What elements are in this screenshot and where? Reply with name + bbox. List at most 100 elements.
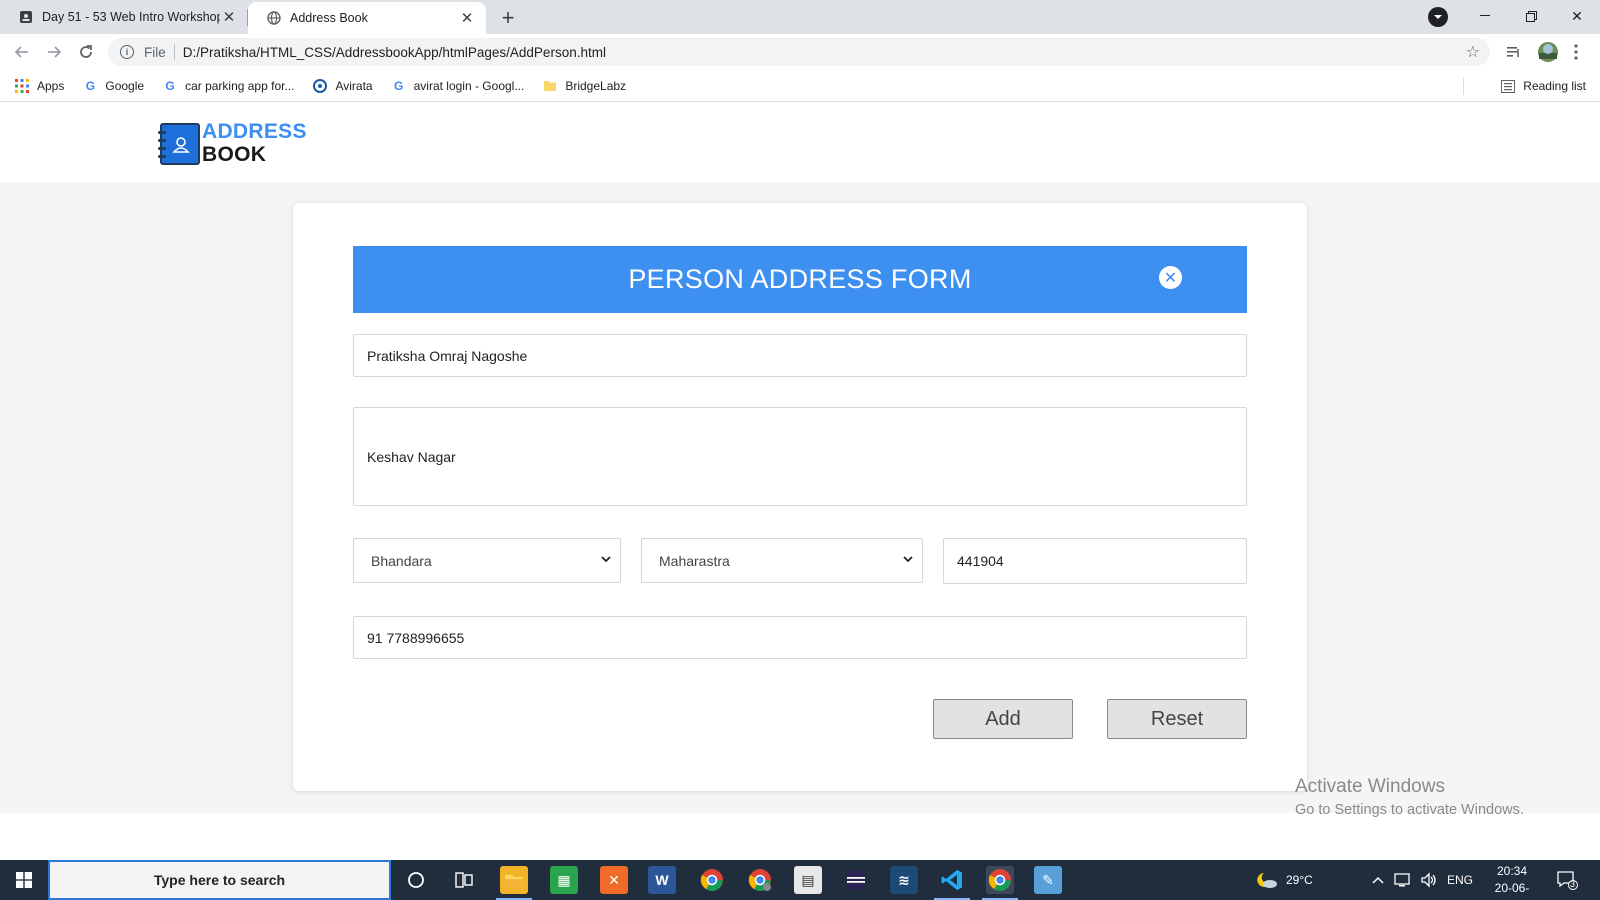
site-info-icon[interactable]: i	[120, 45, 134, 59]
state-select[interactable]: Maharastra	[641, 538, 923, 583]
address-book-logo[interactable]: ADDRESS BOOK	[158, 120, 320, 166]
app-green-icon[interactable]: ▦	[550, 866, 578, 894]
activate-windows-watermark: Activate Windows Go to Settings to activ…	[1295, 776, 1524, 818]
reset-button[interactable]: Reset	[1107, 699, 1247, 739]
address-bar[interactable]: i File D:/Pratiksha/HTML_CSS/Addressbook…	[108, 38, 1490, 66]
tab-close-icon[interactable]: ✕	[220, 8, 238, 26]
forward-arrow-icon[interactable]	[40, 38, 68, 66]
bookmark-bridgelabz[interactable]: BridgeLabz	[542, 78, 626, 94]
folder-icon	[542, 78, 558, 94]
logo-text-book: BOOK	[202, 143, 267, 166]
app-header: ADDRESS BOOK	[0, 102, 1600, 182]
bookmark-label: avirat login - Googl...	[413, 78, 525, 93]
watermark-line2: Go to Settings to activate Windows.	[1295, 802, 1524, 818]
kebab-menu-icon[interactable]	[1566, 38, 1586, 66]
page-footer-area	[0, 813, 1600, 860]
bookmark-google[interactable]: G Google	[82, 78, 144, 94]
window-close-icon[interactable]: ✕	[1554, 0, 1600, 32]
chevron-down-icon	[902, 553, 914, 565]
chrome-active-icon[interactable]	[986, 866, 1014, 894]
bookmark-car-parking[interactable]: G car parking app for...	[162, 78, 294, 94]
reload-icon[interactable]	[72, 38, 100, 66]
mysql-workbench-icon[interactable]: ≋	[890, 866, 918, 894]
reading-list-label: Reading list	[1523, 79, 1586, 93]
avirata-icon	[312, 78, 328, 94]
city-selected-value: Bhandara	[371, 552, 432, 569]
bookmark-star-icon[interactable]: ☆	[1466, 42, 1480, 62]
taskbar-clock[interactable]: 20:34 20-06-2021	[1482, 863, 1542, 900]
new-tab-plus-icon[interactable]: +	[494, 4, 522, 32]
chrome-icon[interactable]	[698, 866, 726, 894]
omnibox-divider	[173, 44, 175, 60]
phone-input[interactable]: 91 7788996655	[353, 616, 1247, 659]
chevron-down-icon	[600, 553, 612, 565]
zip-input[interactable]: 441904	[943, 538, 1247, 584]
vscode-icon[interactable]	[938, 866, 966, 894]
clock-date: 20-06-2021	[1494, 881, 1530, 900]
tab-close-icon[interactable]: ✕	[458, 9, 476, 27]
name-input[interactable]: Pratiksha Omraj Nagoshe	[353, 334, 1247, 377]
volume-icon[interactable]	[1420, 860, 1438, 900]
tab-address-book[interactable]: Address Book ✕	[248, 2, 486, 34]
bookmark-label: BridgeLabz	[565, 78, 627, 93]
tray-overflow-chevron-icon[interactable]	[1372, 860, 1384, 900]
google-icon: G	[393, 78, 404, 93]
bookmark-avirat-login[interactable]: G avirat login - Googl...	[391, 78, 525, 94]
profile-avatar[interactable]	[1534, 38, 1562, 66]
watermark-line1: Activate Windows	[1295, 776, 1445, 797]
tab-title: Day 51 - 53 Web Intro Workshop	[42, 10, 220, 24]
cortana-icon[interactable]	[402, 866, 430, 894]
word-icon[interactable]: W	[648, 866, 676, 894]
globe-favicon-icon	[266, 10, 282, 26]
apps-grid-icon	[14, 78, 30, 94]
close-form-icon[interactable]: ✕	[1159, 266, 1182, 289]
weather-temperature: 29°C	[1286, 873, 1313, 887]
form-header: PERSON ADDRESS FORM ✕	[353, 246, 1247, 313]
bookmark-avirata[interactable]: Avirata	[312, 78, 373, 94]
bookmark-label: Avirata	[335, 78, 373, 93]
address-textarea[interactable]: Keshav Nagar	[353, 407, 1247, 506]
restore-icon[interactable]	[1508, 0, 1554, 32]
tab-search-chevron-icon[interactable]	[1428, 7, 1448, 27]
action-center-icon[interactable]: 3	[1556, 860, 1578, 900]
taskbar-search-input[interactable]: Type here to search	[48, 860, 391, 900]
reading-list-button[interactable]: Reading list	[1501, 70, 1586, 102]
bookmark-apps[interactable]: Apps	[14, 78, 64, 94]
network-icon[interactable]	[1394, 860, 1412, 900]
browser-tab-strip: Day 51 - 53 Web Intro Workshop ✕ Address…	[0, 0, 1600, 34]
minimize-icon[interactable]	[1462, 0, 1508, 32]
tab-title: Address Book	[290, 11, 368, 25]
bookmark-label: Apps	[37, 78, 65, 93]
clock-time: 20:34	[1496, 864, 1528, 878]
task-view-icon[interactable]	[450, 866, 478, 894]
chrome-profile-icon[interactable]	[746, 866, 774, 894]
browser-toolbar: i File D:/Pratiksha/HTML_CSS/Addressbook…	[0, 34, 1600, 70]
language-indicator[interactable]: ENG	[1447, 860, 1473, 900]
windows-start-icon[interactable]	[0, 860, 48, 900]
media-queue-icon[interactable]	[1500, 38, 1528, 66]
url-scheme: File	[144, 44, 166, 60]
tab-day51-workshop[interactable]: Day 51 - 53 Web Intro Workshop ✕	[0, 0, 248, 34]
notepad-icon[interactable]: ✎	[1034, 866, 1062, 894]
bookmark-label: car parking app for...	[185, 78, 295, 93]
xampp-icon[interactable]: ✕	[600, 866, 628, 894]
add-button[interactable]: Add	[933, 699, 1073, 739]
google-icon: G	[85, 78, 96, 93]
google-icon: G	[165, 78, 175, 93]
notification-count: 3	[1570, 879, 1576, 889]
moon-cloud-icon	[1256, 871, 1278, 889]
bookmark-label: Google	[105, 78, 145, 93]
url-text[interactable]: D:/Pratiksha/HTML_CSS/AddressbookApp/htm…	[183, 45, 1466, 60]
form-title: PERSON ADDRESS FORM	[628, 264, 972, 294]
back-arrow-icon[interactable]	[8, 38, 36, 66]
eclipse-icon[interactable]	[842, 866, 870, 894]
person-form-card: PERSON ADDRESS FORM ✕ Pratiksha Omraj Na…	[293, 203, 1307, 791]
weather-widget[interactable]: 29°C	[1256, 860, 1313, 900]
bookmarks-separator	[1463, 77, 1464, 95]
state-selected-value: Maharastra	[659, 552, 730, 569]
logo-text-address: ADDRESS	[202, 120, 307, 143]
file-explorer-icon[interactable]	[500, 866, 528, 894]
address-book-logo-icon	[158, 123, 200, 165]
document-editor-icon[interactable]: ▤	[794, 866, 822, 894]
city-select[interactable]: Bhandara	[353, 538, 621, 583]
